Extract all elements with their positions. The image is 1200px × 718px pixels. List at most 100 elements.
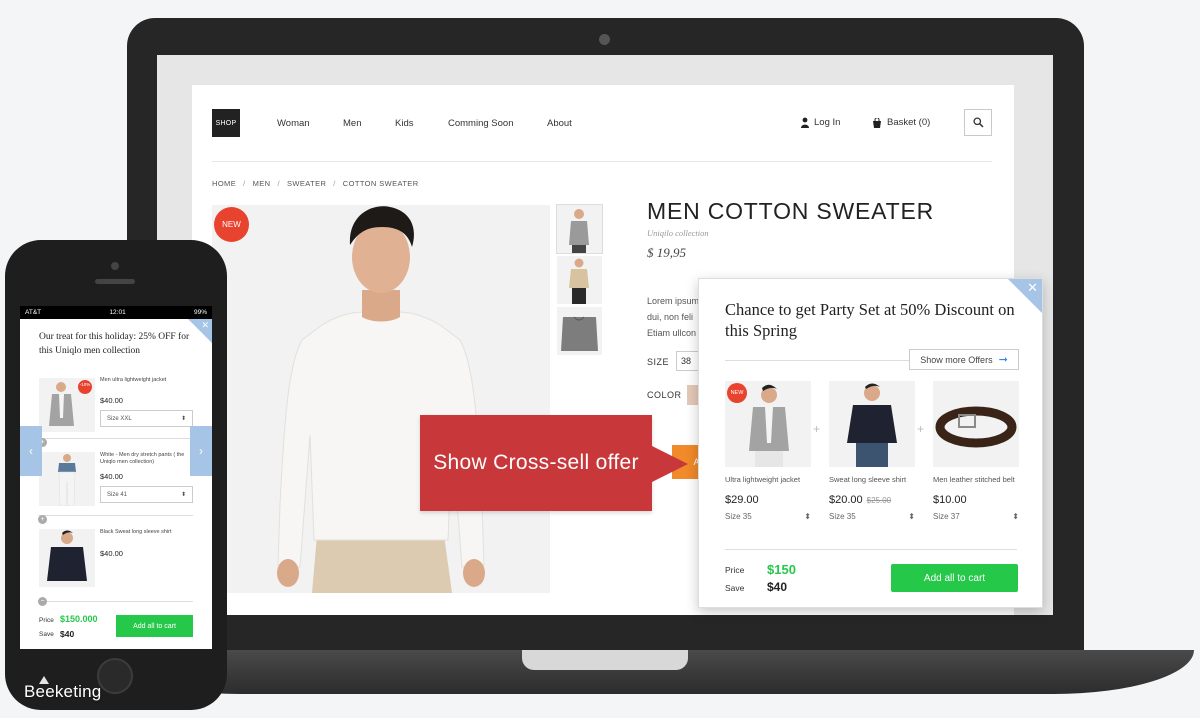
offer-item-size-select[interactable]: Size 35 ⬍ <box>725 512 811 521</box>
price-value: $10.00 <box>933 494 967 506</box>
product-collection: Uniqilo collection <box>647 228 709 238</box>
mobile-item-image[interactable] <box>39 452 95 506</box>
phone-speaker <box>95 279 135 284</box>
battery: 99% <box>193 309 207 316</box>
offer-item-price: $20.00 $25.00 <box>829 494 915 506</box>
stepper-icon: ⬍ <box>180 416 186 422</box>
item-divider <box>38 601 193 602</box>
mobile-item-price: $40.00 <box>100 549 123 558</box>
cross-sell-popup: ✕ Chance to get Party Set at 50% Discoun… <box>698 278 1043 608</box>
stepper-icon: ⬍ <box>804 512 811 521</box>
product-price: $ 19,95 <box>647 245 686 260</box>
chevron-left-icon[interactable]: ‹ <box>20 426 42 476</box>
show-more-offers-button[interactable]: Show more Offers ➞ <box>909 349 1019 370</box>
offer-item-size-select[interactable]: Size 35 ⬍ <box>829 512 915 521</box>
thumbnail-1[interactable] <box>556 204 603 254</box>
sweatshirt-figure <box>47 530 87 581</box>
status-bar: AT&T 12:01 99% <box>20 306 212 319</box>
item-divider <box>38 515 193 516</box>
close-icon[interactable]: ✕ <box>1027 281 1038 295</box>
shop-logo[interactable]: SHOP <box>212 109 240 137</box>
basket-icon <box>873 117 881 128</box>
breadcrumb-separator: / <box>333 179 336 188</box>
search-icon <box>972 117 984 128</box>
mobile-size-select[interactable]: Size 41 ⬍ <box>100 486 193 503</box>
offer-item[interactable]: NEW Ultra lightweight jacket $29.00 Size… <box>725 381 811 521</box>
breadcrumb-men[interactable]: MEN <box>253 179 271 188</box>
size-label: SIZE <box>647 357 670 367</box>
basket-link[interactable]: Basket (0) <box>872 117 930 128</box>
size-value: Size XXL <box>107 415 132 422</box>
offer-item-price: $10.00 <box>933 494 1019 506</box>
offer-item-name: Men leather stitched belt <box>933 475 1015 484</box>
offer-item-image[interactable]: NEW <box>725 381 811 467</box>
beeketing-watermark: Beeketing <box>24 682 102 701</box>
search-button[interactable] <box>964 109 992 136</box>
new-badge: NEW <box>214 207 249 242</box>
offer-item-image[interactable] <box>933 381 1019 467</box>
save-label: Save <box>725 583 745 593</box>
breadcrumb-separator: / <box>243 179 246 188</box>
thumbnail-figure <box>569 258 589 304</box>
laptop-notch <box>522 650 688 670</box>
chevron-right-icon[interactable]: › <box>190 426 212 476</box>
save-label: Save <box>39 631 54 638</box>
offer-divider <box>725 549 1017 550</box>
thumbnail-figure <box>569 209 589 253</box>
color-label: COLOR <box>647 390 682 400</box>
stage: SHOP Woman Men Kids Comming Soon About L… <box>0 0 1200 718</box>
plus-icon: + <box>917 422 925 436</box>
breadcrumb-current: COTTON SWEATER <box>342 179 419 188</box>
size-value: Size 35 <box>829 512 856 521</box>
plus-icon: + <box>813 422 821 436</box>
product-description: Lorem ipsum dui, non feli Etiam ullcon <box>647 293 702 341</box>
mobile-size-select[interactable]: Size XXL ⬍ <box>100 410 193 427</box>
thumbnail-2[interactable] <box>557 256 602 304</box>
carrier: AT&T <box>25 309 42 316</box>
thumbnail-3[interactable] <box>557 307 602 355</box>
nav-men[interactable]: Men <box>343 118 361 129</box>
offer-item[interactable]: Men leather stitched belt $10.00 Size 37… <box>933 381 1019 521</box>
phone-home-button[interactable] <box>97 658 133 694</box>
mobile-item-price: $40.00 <box>100 396 123 405</box>
cross-sell-callout: Show Cross-sell offer <box>420 415 652 511</box>
add-all-to-cart-button[interactable]: Add all to cart <box>891 564 1018 592</box>
price-value: $20.00 <box>829 494 863 506</box>
product-main-image[interactable] <box>212 205 550 593</box>
model-figure <box>277 206 485 593</box>
offer-item-name: Ultra lightweight jacket <box>725 475 801 484</box>
login-link[interactable]: Log In <box>801 117 840 128</box>
nav-coming-soon[interactable]: Comming Soon <box>448 118 513 129</box>
nav-kids[interactable]: Kids <box>395 118 413 129</box>
new-badge: NEW <box>727 383 747 403</box>
nav-about[interactable]: About <box>547 118 572 129</box>
breadcrumb-sweater[interactable]: SWEATER <box>287 179 326 188</box>
old-price: $25.00 <box>866 496 892 505</box>
mobile-item-price: $40.00 <box>100 472 123 481</box>
nav-woman[interactable]: Woman <box>277 118 310 129</box>
minus-icon: − <box>38 597 47 606</box>
breadcrumb-home[interactable]: HOME <box>212 179 236 188</box>
mobile-item-name: Black Sweat long sleeve shirt <box>100 529 172 535</box>
item-divider <box>38 438 193 439</box>
mobile-item-image[interactable] <box>39 529 95 587</box>
offer-item-size-select[interactable]: Size 37 ⬍ <box>933 512 1019 521</box>
description-line: Lorem ipsum <box>647 296 700 306</box>
offer-item-image[interactable] <box>829 381 915 467</box>
header-divider <box>212 161 992 162</box>
save-amount: $40 <box>60 629 75 639</box>
phone-camera <box>111 262 119 270</box>
close-icon[interactable]: ✕ <box>201 320 209 331</box>
save-amount: $40 <box>767 580 788 594</box>
price-label: Price <box>725 565 745 575</box>
stepper-icon: ⬍ <box>180 492 186 498</box>
add-all-to-cart-button[interactable]: Add all to cart <box>116 615 193 637</box>
size-value: Size 35 <box>725 512 752 521</box>
offer-title: Chance to get Party Set at 50% Discount … <box>725 300 1015 340</box>
user-icon <box>801 117 809 128</box>
login-label: Log In <box>814 117 841 128</box>
product-title: MEN COTTON SWEATER <box>647 198 934 224</box>
price-value: $29.00 <box>725 494 759 506</box>
offer-item[interactable]: Sweat long sleeve shirt $20.00 $25.00 Siz… <box>829 381 915 521</box>
arrow-right-icon: ➞ <box>998 354 1008 366</box>
